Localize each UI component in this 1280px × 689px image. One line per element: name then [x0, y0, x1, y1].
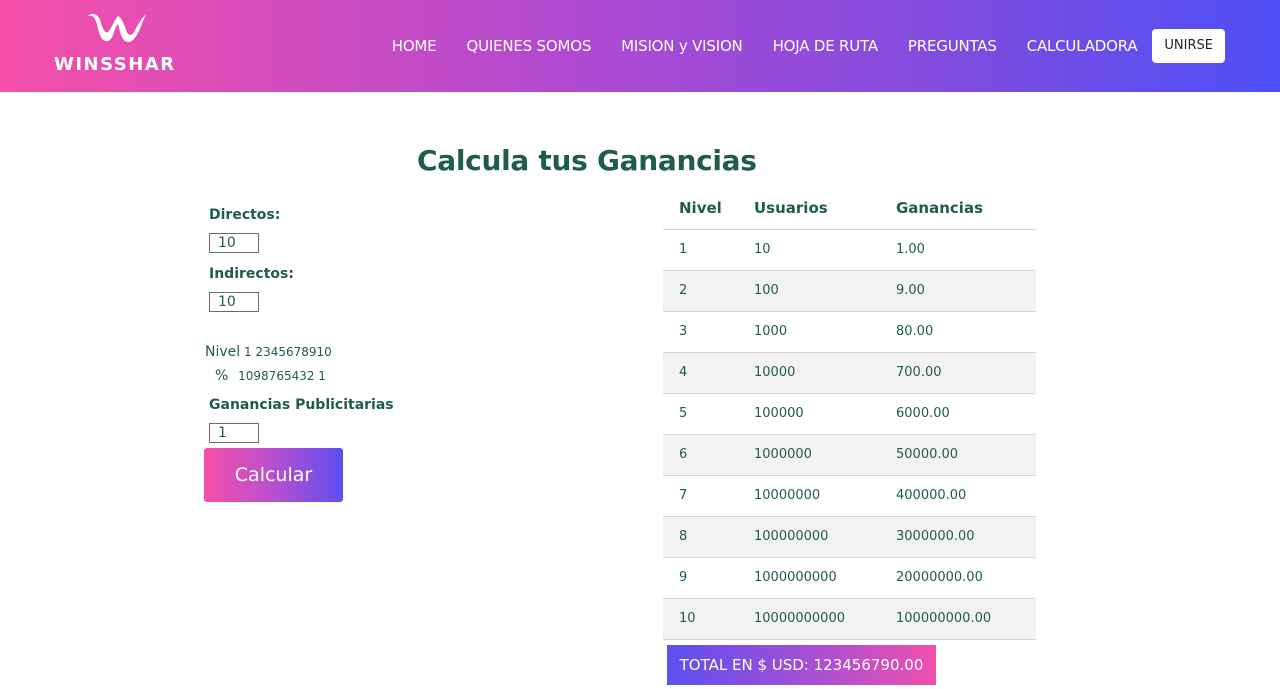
cell-usuarios: 1000000000 [754, 570, 837, 585]
table-row: 3 1000 80.00 [663, 312, 1036, 353]
header-nivel: Nivel [679, 199, 722, 217]
nav-home[interactable]: HOME [392, 37, 437, 55]
indirectos-input[interactable]: 10 [209, 292, 259, 312]
cell-usuarios: 10000 [754, 365, 796, 380]
cell-usuarios: 10000000 [754, 488, 821, 503]
nav-hoja-de-ruta[interactable]: HOJA DE RUTA [773, 37, 879, 55]
cell-ganancias: 100000000.00 [896, 611, 992, 626]
cell-nivel: 7 [679, 488, 688, 503]
table-row: 6 1000000 50000.00 [663, 435, 1036, 476]
cell-nivel: 6 [679, 447, 688, 462]
directos-label: Directos: [209, 207, 281, 223]
nav-mision-vision[interactable]: MISION y VISION [621, 37, 743, 55]
brand-logo[interactable]: WINSSHAR [54, 10, 189, 75]
cell-ganancias: 80.00 [896, 324, 934, 339]
table-row: 8 100000000 3000000.00 [663, 517, 1036, 558]
nav-quienes-somos[interactable]: QUIENES SOMOS [466, 37, 591, 55]
publicidad-label: Ganancias Publicitarias [209, 397, 394, 413]
nav-calculadora[interactable]: CALCULADORA [1027, 37, 1138, 55]
cell-ganancias: 400000.00 [896, 488, 967, 503]
cell-ganancias: 700.00 [896, 365, 942, 380]
cell-usuarios: 10 [754, 242, 771, 257]
table-header: Nivel Usuarios Ganancias [663, 189, 1036, 230]
nivel-label: Nivel [205, 344, 241, 360]
nivel-digits: 1 2345678910 [243, 345, 332, 359]
cell-nivel: 1 [679, 242, 688, 257]
brand-logo-icon [88, 13, 146, 42]
page-title: Calcula tus Ganancias [417, 144, 757, 177]
join-button[interactable]: UNIRSE [1152, 29, 1225, 63]
percent-symbol: % [215, 368, 229, 384]
earnings-table: Nivel Usuarios Ganancias 1 10 1.00 2 100 9.0… [663, 189, 1036, 640]
header-usuarios: Usuarios [754, 199, 828, 217]
cell-usuarios: 100 [754, 283, 779, 298]
site-header: WINSSHAR HOME QUIENES SOMOS MISION y VIS… [0, 0, 1280, 92]
cell-nivel: 3 [679, 324, 688, 339]
cell-ganancias: 9.00 [896, 283, 925, 298]
cell-ganancias: 6000.00 [896, 406, 950, 421]
total-box: TOTAL EN $ USD: 123456790.00 [667, 645, 936, 685]
cell-nivel: 8 [679, 529, 688, 544]
cell-usuarios: 100000 [754, 406, 804, 421]
cell-usuarios: 1000000 [754, 447, 812, 462]
cell-nivel: 10 [679, 611, 696, 626]
directos-input[interactable]: 10 [209, 233, 259, 253]
table-row: 1 10 1.00 [663, 230, 1036, 271]
brand-name: WINSSHAR [54, 54, 176, 75]
percent-line: % 1098765432 1 [215, 368, 326, 384]
table-row: 7 10000000 400000.00 [663, 476, 1036, 517]
cell-ganancias: 20000000.00 [896, 570, 983, 585]
cell-ganancias: 3000000.00 [896, 529, 975, 544]
table-row: 5 100000 6000.00 [663, 394, 1036, 435]
cell-usuarios: 10000000000 [754, 611, 845, 626]
header-ganancias: Ganancias [896, 199, 983, 217]
publicidad-input[interactable]: 1 [209, 423, 259, 443]
cell-ganancias: 50000.00 [896, 447, 959, 462]
indirectos-label: Indirectos: [209, 266, 294, 282]
table-row: 10 10000000000 100000000.00 [663, 599, 1036, 640]
cell-nivel: 2 [679, 283, 688, 298]
table-row: 9 1000000000 20000000.00 [663, 558, 1036, 599]
calculate-button[interactable]: Calcular [204, 448, 343, 502]
cell-nivel: 5 [679, 406, 688, 421]
main-nav: HOME QUIENES SOMOS MISION y VISION HOJA … [392, 29, 1225, 63]
table-row: 4 10000 700.00 [663, 353, 1036, 394]
cell-ganancias: 1.00 [896, 242, 925, 257]
cell-nivel: 9 [679, 570, 688, 585]
cell-usuarios: 100000000 [754, 529, 829, 544]
nivel-line: Nivel 1 2345678910 [205, 344, 332, 360]
cell-usuarios: 1000 [754, 324, 788, 339]
percent-digits: 1098765432 1 [238, 369, 326, 383]
nav-preguntas[interactable]: PREGUNTAS [908, 37, 997, 55]
cell-nivel: 4 [679, 365, 688, 380]
table-row: 2 100 9.00 [663, 271, 1036, 312]
